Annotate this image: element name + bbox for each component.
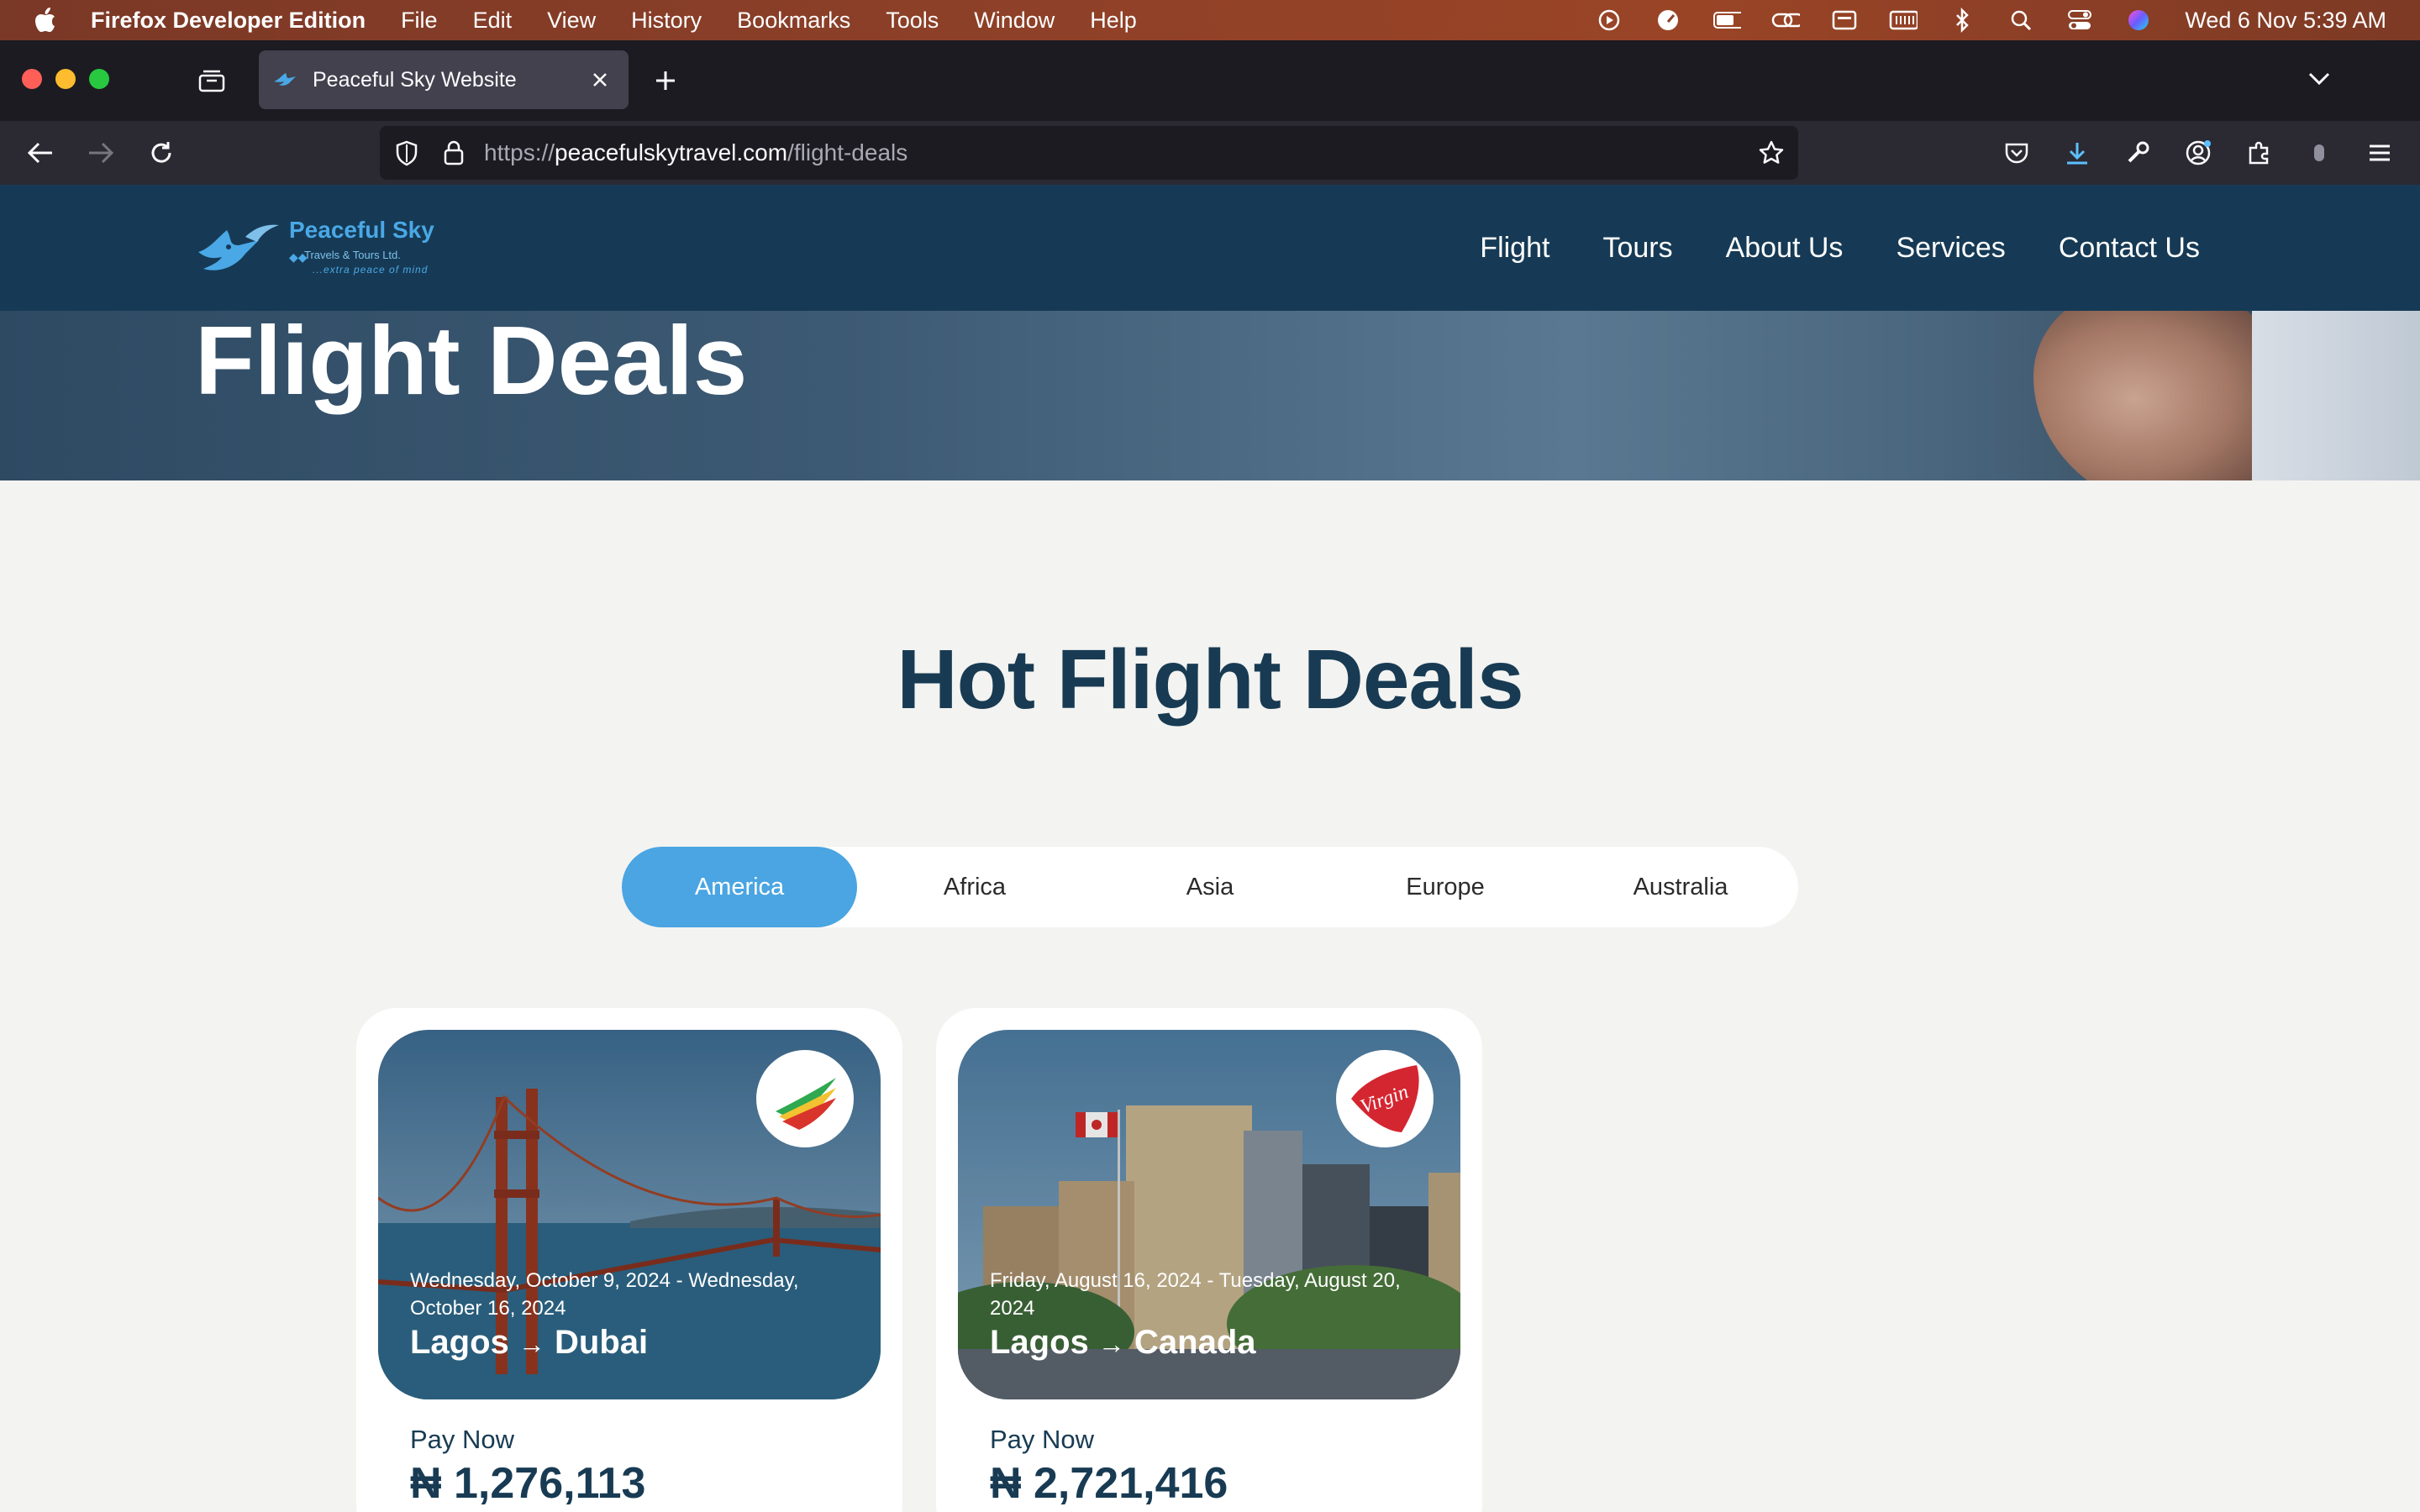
route-origin: Lagos [410,1324,509,1361]
site-header: Peaceful Sky ◆◆ Travels & Tours Ltd. ...… [0,185,2420,311]
battery-icon[interactable] [1712,8,1742,33]
nav-contact-us[interactable]: Contact Us [2059,232,2200,265]
hamburger-menu-icon[interactable] [2363,136,2396,170]
route-destination: Dubai [555,1324,649,1361]
menu-bar-clock[interactable]: Wed 6 Nov 5:39 AM [2185,8,2386,34]
window-minimize-button[interactable] [55,69,76,89]
hero-background-image [2033,311,2286,480]
window-close-button[interactable] [22,69,42,89]
hero-banner: Flight Deals [0,311,2420,480]
apple-menu-icon[interactable] [30,5,60,35]
bluetooth-icon[interactable] [1948,8,1976,33]
dove-logo-icon [198,224,279,270]
nav-services[interactable]: Services [1896,232,2005,265]
route-arrow-icon: → [518,1329,545,1359]
hero-background-sleeve [2252,311,2420,480]
deal-route: Lagos → Dubai [410,1324,648,1362]
back-arrow-icon[interactable] [24,136,57,170]
browser-tab-strip: Peaceful Sky Website [0,40,2420,121]
deal-dates: Friday, August 16, 2024 - Tuesday, Augus… [990,1269,1401,1320]
route-arrow-icon: → [1097,1329,1125,1359]
logo-brand-text: Peaceful Sky [289,217,434,243]
firefox-view-icon[interactable] [195,64,229,97]
menu-file[interactable]: File [401,8,438,34]
pocket-icon[interactable] [2000,136,2033,170]
display-icon[interactable] [1830,8,1859,33]
menu-bar-status-area: Wed 6 Nov 5:39 AM [1565,0,2386,40]
developer-tools-wrench-icon[interactable] [2121,136,2154,170]
deal-dates: Wednesday, October 9, 2024 - Wednesday, … [410,1269,799,1320]
macos-menu-bar: Firefox Developer Edition File Edit View… [0,0,2420,40]
siri-icon[interactable] [2124,8,2153,33]
play-icon[interactable] [1595,8,1623,33]
forward-arrow-icon[interactable] [84,136,118,170]
tab-asia[interactable]: Asia [1092,847,1328,927]
extensions-puzzle-icon[interactable] [2242,136,2275,170]
list-all-tabs-chevron-icon[interactable] [2302,62,2336,96]
tab-title: Peaceful Sky Website [313,67,517,92]
link-icon[interactable] [1771,8,1801,33]
tab-europe[interactable]: Europe [1328,847,1563,927]
deal-card[interactable]: Wednesday, October 9, 2024 - Wednesday, … [356,1008,902,1512]
reload-icon[interactable] [145,136,178,170]
route-destination: Canada [1134,1324,1256,1361]
extension-item-icon[interactable] [2302,136,2336,170]
bookmark-star-icon[interactable] [1756,138,1786,168]
deal-card[interactable]: Virgin Friday, August 16, 2024 - Tuesday… [936,1008,1482,1512]
tab-australia[interactable]: Australia [1563,847,1798,927]
keyboard-icon[interactable] [1889,8,1918,33]
menu-tools[interactable]: Tools [886,8,939,34]
menu-help[interactable]: Help [1090,8,1137,34]
tab-africa[interactable]: Africa [857,847,1092,927]
menu-edit[interactable]: Edit [473,8,513,34]
logo-tagline: ...extra peace of mind [313,264,429,276]
pay-now-label: Pay Now [990,1425,1095,1454]
deal-photo-golden-gate: Wednesday, October 9, 2024 - Wednesday, … [378,1030,881,1399]
url-path: /flight-deals [787,139,908,165]
logo-subtitle: Travels & Tours Ltd. [304,249,401,261]
lock-icon[interactable] [439,138,469,168]
nav-tours[interactable]: Tours [1602,232,1672,265]
address-bar[interactable]: https://peacefulskytravel.com/flight-dea… [380,126,1798,180]
speedometer-icon[interactable] [1654,8,1682,33]
account-icon[interactable] [2181,136,2215,170]
menu-view[interactable]: View [547,8,596,34]
site-nav: Flight Tours About Us Services Contact U… [1427,185,2200,311]
menu-history[interactable]: History [631,8,702,34]
site-logo[interactable]: Peaceful Sky ◆◆ Travels & Tours Ltd. ...… [195,210,434,286]
url-text: https://peacefulskytravel.com/flight-dea… [484,139,908,166]
url-host: peacefulskytravel.com [555,139,788,165]
deal-route: Lagos → Canada [990,1324,1256,1362]
menu-bookmarks[interactable]: Bookmarks [737,8,850,34]
downloads-icon[interactable] [2060,136,2094,170]
menu-app-name[interactable]: Firefox Developer Edition [91,8,366,34]
deal-photo-canada-city: Virgin Friday, August 16, 2024 - Tuesday… [958,1030,1460,1399]
search-icon[interactable] [2007,8,2035,33]
control-center-icon[interactable] [2065,8,2094,33]
site-favicon-icon [272,67,297,92]
new-tab-plus-icon[interactable] [649,64,682,97]
hero-title: Flight Deals [195,311,748,415]
section-title: Hot Flight Deals [897,633,1523,727]
airline-logo-ethiopian [756,1050,854,1147]
deal-price: ₦ 1,276,113 [410,1459,646,1508]
tab-close-icon[interactable] [587,66,613,93]
nav-about-us[interactable]: About Us [1726,232,1844,265]
pay-now-label: Pay Now [410,1425,515,1454]
region-tabs: America Africa Asia Europe Australia [622,847,1798,927]
airline-logo-virgin: Virgin [1336,1050,1434,1147]
nav-flight[interactable]: Flight [1480,232,1549,265]
browser-tab-active[interactable]: Peaceful Sky Website [259,50,629,109]
menu-window[interactable]: Window [974,8,1055,34]
url-scheme: https:// [484,139,555,165]
route-origin: Lagos [990,1324,1089,1361]
tab-america[interactable]: America [622,847,857,927]
tracking-protection-shield-icon[interactable] [392,138,422,168]
deal-price: ₦ 2,721,416 [990,1459,1228,1508]
window-zoom-button[interactable] [89,69,109,89]
